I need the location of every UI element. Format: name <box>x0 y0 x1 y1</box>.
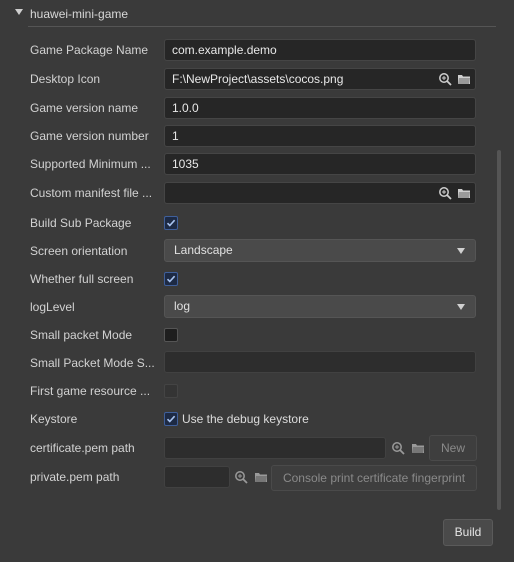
version-name-input[interactable]: 1.0.0 <box>164 97 476 119</box>
version-name-label: Game version name <box>30 101 139 115</box>
section-header[interactable]: huawei-mini-game <box>0 0 514 28</box>
log-level-label: logLevel <box>30 300 75 314</box>
full-screen-label: Whether full screen <box>30 272 134 286</box>
private-path-label: private.pem path <box>30 470 120 484</box>
scrollbar[interactable] <box>497 150 501 510</box>
folder-icon[interactable] <box>411 441 425 455</box>
search-icon[interactable] <box>234 470 248 484</box>
check-icon <box>166 415 176 423</box>
chevron-down-icon <box>457 304 465 310</box>
debug-keystore-checkbox[interactable] <box>164 412 178 426</box>
folder-icon[interactable] <box>457 186 471 200</box>
small-packet-checkbox[interactable] <box>164 328 178 342</box>
build-sub-checkbox[interactable] <box>164 216 178 230</box>
log-level-value: log <box>174 299 191 313</box>
orientation-label: Screen orientation <box>30 244 128 258</box>
search-icon[interactable] <box>391 441 405 455</box>
cert-path-label: certificate.pem path <box>30 441 135 455</box>
desktop-icon-path: F:\NewProject\assets\cocos.png <box>172 72 344 86</box>
private-path-input[interactable] <box>164 466 230 488</box>
min-platform-label: Supported Minimum ... <box>30 157 151 171</box>
search-icon[interactable] <box>438 186 452 200</box>
log-level-select[interactable]: log <box>164 295 476 318</box>
divider <box>28 26 496 27</box>
manifest-field[interactable] <box>164 182 476 204</box>
build-button[interactable]: Build <box>443 519 493 546</box>
print-fingerprint-button[interactable]: Console print certificate fingerprint <box>271 465 477 491</box>
collapse-arrow-icon[interactable] <box>15 9 23 15</box>
full-screen-checkbox[interactable] <box>164 272 178 286</box>
version-number-label: Game version number <box>30 129 149 143</box>
package-name-label: Game Package Name <box>30 43 149 57</box>
manifest-label: Custom manifest file ... <box>30 186 153 200</box>
cert-path-input[interactable] <box>164 437 386 459</box>
chevron-down-icon <box>457 248 465 254</box>
section-title: huawei-mini-game <box>30 7 129 21</box>
new-certificate-button[interactable]: New <box>429 435 477 461</box>
min-platform-input[interactable]: 1035 <box>164 153 476 175</box>
first-res-label: First game resource ... <box>30 384 151 398</box>
folder-icon[interactable] <box>457 72 471 86</box>
debug-keystore-label: Use the debug keystore <box>182 412 309 426</box>
desktop-icon-field[interactable]: F:\NewProject\assets\cocos.png <box>164 68 476 90</box>
orientation-value: Landscape <box>174 243 233 257</box>
keystore-label: Keystore <box>30 412 78 426</box>
first-res-checkbox[interactable] <box>164 384 178 398</box>
small-packet-s-label: Small Packet Mode S... <box>30 356 155 370</box>
orientation-select[interactable]: Landscape <box>164 239 476 262</box>
build-sub-label: Build Sub Package <box>30 216 132 230</box>
check-icon <box>166 275 176 283</box>
small-packet-label: Small packet Mode <box>30 328 133 342</box>
search-icon[interactable] <box>438 72 452 86</box>
desktop-icon-label: Desktop Icon <box>30 72 101 86</box>
check-icon <box>166 219 176 227</box>
package-name-input[interactable]: com.example.demo <box>164 39 476 61</box>
version-number-input[interactable]: 1 <box>164 125 476 147</box>
folder-icon[interactable] <box>254 470 268 484</box>
small-packet-s-input[interactable] <box>164 351 476 373</box>
